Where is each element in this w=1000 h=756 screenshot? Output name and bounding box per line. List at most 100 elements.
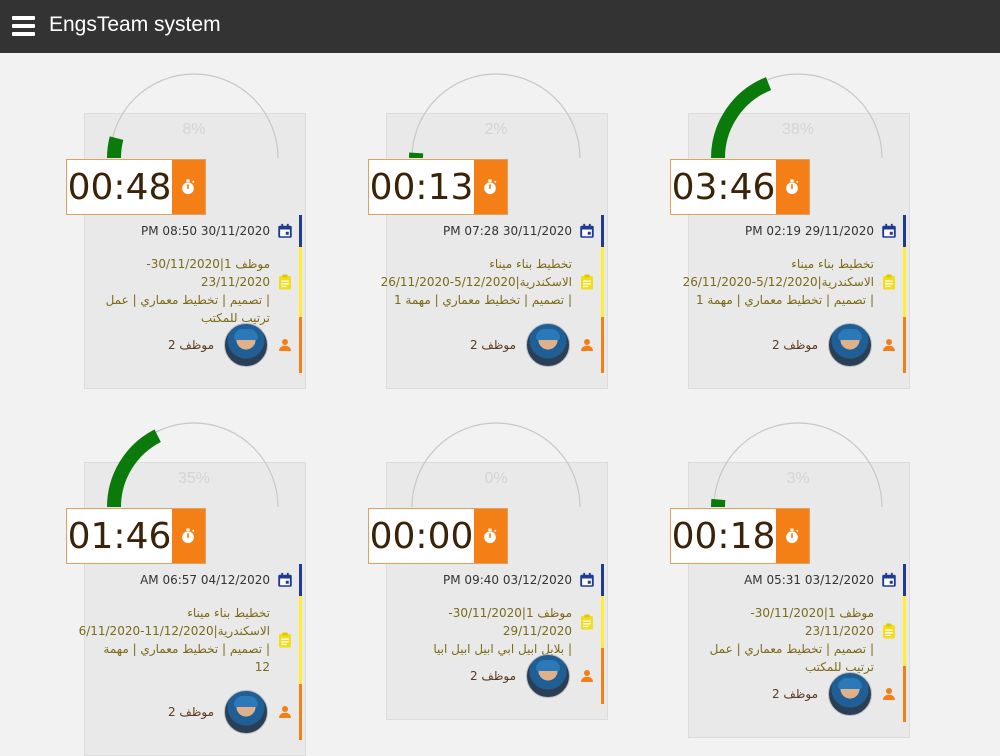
task-row-bar bbox=[601, 247, 604, 317]
date-row: AM 05:31 03/12/2020 bbox=[696, 564, 906, 596]
clipboard-icon bbox=[276, 273, 294, 295]
person-icon bbox=[276, 703, 294, 725]
task-row: موظف 1|30/11/2020-23/11/2020| تصميم | تخ… bbox=[696, 596, 906, 666]
card-date: PM 08:50 30/11/2020 bbox=[141, 222, 270, 240]
date-row: AM 06:57 04/12/2020 bbox=[92, 564, 302, 596]
clipboard-icon bbox=[880, 622, 898, 644]
stopwatch-icon bbox=[178, 177, 198, 201]
task-row-bar bbox=[903, 247, 906, 317]
timer-button[interactable] bbox=[474, 509, 507, 563]
task-line: تخطيط بناء ميناء bbox=[683, 255, 874, 273]
timer-value: 00:00 bbox=[369, 509, 474, 563]
task-line: موظف 1|30/11/2020-23/11/2020 bbox=[92, 255, 270, 291]
employee-row-bar bbox=[299, 684, 302, 740]
stopwatch-icon bbox=[480, 526, 500, 550]
employee-name: موظف 2 bbox=[168, 336, 214, 354]
app-title: EngsTeam system bbox=[49, 13, 221, 37]
progress-percent: 2% bbox=[476, 121, 516, 139]
clipboard-icon bbox=[276, 631, 294, 653]
employee-name: موظف 2 bbox=[168, 703, 214, 721]
timer-button[interactable] bbox=[474, 160, 507, 214]
date-row: PM 08:50 30/11/2020 bbox=[92, 215, 302, 247]
date-row: PM 02:19 29/11/2020 bbox=[696, 215, 906, 247]
gauge-fill bbox=[114, 138, 117, 158]
task-line: 12 bbox=[79, 658, 270, 676]
task-row-bar bbox=[903, 596, 906, 666]
task-row-bar bbox=[299, 247, 302, 317]
timer-display: 00:00 bbox=[368, 508, 508, 564]
employee-row-bar bbox=[903, 666, 906, 722]
task-line: | تصميم | تخطيط معماري | مهمة 1 bbox=[683, 291, 874, 309]
employee-name: موظف 2 bbox=[772, 685, 818, 703]
task-row: تخطيط بناء ميناءالاسكندرية|5/12/2020-26/… bbox=[696, 247, 906, 317]
task-line: | تصميم | تخطيط معماري | مهمة 1 bbox=[381, 291, 572, 309]
gauge-fill bbox=[718, 84, 769, 158]
calendar-icon bbox=[880, 571, 898, 593]
employee-row: موظف 2 bbox=[394, 648, 604, 704]
date-row-bar bbox=[601, 215, 604, 247]
calendar-icon bbox=[578, 222, 596, 244]
card-date: PM 09:40 03/12/2020 bbox=[443, 571, 572, 589]
avatar bbox=[526, 654, 570, 698]
employee-row-bar bbox=[299, 317, 302, 373]
timer-value: 00:48 bbox=[67, 160, 172, 214]
employee-row: موظف 2 bbox=[92, 317, 302, 373]
progress-percent: 0% bbox=[476, 470, 516, 488]
date-row-bar bbox=[601, 564, 604, 596]
employee-row-bar bbox=[903, 317, 906, 373]
date-row-bar bbox=[299, 564, 302, 596]
task-row: تخطيط بناء ميناءالاسكندرية|11/12/2020-6/… bbox=[92, 596, 302, 684]
date-row-bar bbox=[299, 215, 302, 247]
clipboard-icon bbox=[880, 273, 898, 295]
stopwatch-icon bbox=[782, 526, 802, 550]
person-icon bbox=[276, 336, 294, 358]
top-bar: EngsTeam system bbox=[0, 0, 1000, 53]
timer-button[interactable] bbox=[776, 160, 809, 214]
person-icon bbox=[880, 336, 898, 358]
task-row-bar bbox=[299, 596, 302, 684]
date-row: PM 09:40 03/12/2020 bbox=[394, 564, 604, 596]
calendar-icon bbox=[276, 222, 294, 244]
progress-percent: 8% bbox=[174, 121, 214, 139]
timer-button[interactable] bbox=[172, 509, 205, 563]
gauge-track bbox=[110, 74, 278, 158]
timer-value: 03:46 bbox=[671, 160, 776, 214]
progress-percent: 3% bbox=[778, 470, 818, 488]
avatar bbox=[828, 323, 872, 367]
timer-display: 00:13 bbox=[368, 159, 508, 215]
task-line: الاسكندرية|5/12/2020-26/11/2020 bbox=[381, 273, 572, 291]
stopwatch-icon bbox=[480, 177, 500, 201]
employee-row: موظف 2 bbox=[696, 666, 906, 722]
employee-row: موظف 2 bbox=[394, 317, 604, 373]
progress-percent: 35% bbox=[174, 470, 214, 488]
timer-button[interactable] bbox=[172, 160, 205, 214]
progress-percent: 38% bbox=[778, 121, 818, 139]
task-line: الاسكندرية|11/12/2020-6/11/2020 bbox=[79, 622, 270, 640]
date-row: PM 07:28 30/11/2020 bbox=[394, 215, 604, 247]
stopwatch-icon bbox=[782, 177, 802, 201]
date-row-bar bbox=[903, 564, 906, 596]
date-row-bar bbox=[903, 215, 906, 247]
avatar bbox=[224, 323, 268, 367]
task-line: الاسكندرية|5/12/2020-26/11/2020 bbox=[683, 273, 874, 291]
stopwatch-icon bbox=[178, 526, 198, 550]
gauge-fill bbox=[114, 436, 158, 507]
timer-value: 01:46 bbox=[67, 509, 172, 563]
timer-button[interactable] bbox=[776, 509, 809, 563]
person-icon bbox=[880, 685, 898, 707]
card-date: PM 07:28 30/11/2020 bbox=[443, 222, 572, 240]
task-description: تخطيط بناء ميناءالاسكندرية|5/12/2020-26/… bbox=[683, 255, 874, 309]
avatar bbox=[224, 690, 268, 734]
task-line: | تصميم | تخطيط معماري | عمل bbox=[696, 640, 874, 658]
calendar-icon bbox=[880, 222, 898, 244]
timer-display: 00:18 bbox=[670, 508, 810, 564]
employee-name: موظف 2 bbox=[772, 336, 818, 354]
clipboard-icon bbox=[578, 273, 596, 295]
hamburger-menu-icon[interactable] bbox=[12, 16, 35, 36]
task-row: موظف 1|30/11/2020-29/11/2020| بلابل ابيل… bbox=[394, 596, 604, 648]
card-date: PM 02:19 29/11/2020 bbox=[745, 222, 874, 240]
task-description: تخطيط بناء ميناءالاسكندرية|5/12/2020-26/… bbox=[381, 255, 572, 309]
task-line: | تصميم | تخطيط معماري | مهمة bbox=[79, 640, 270, 658]
gauge-track bbox=[412, 423, 580, 507]
task-line: | تصميم | تخطيط معماري | عمل bbox=[92, 291, 270, 309]
